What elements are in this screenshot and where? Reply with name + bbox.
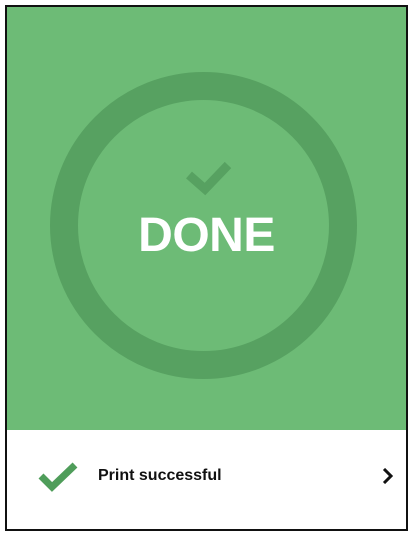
chevron-right-icon[interactable] <box>382 468 394 484</box>
status-hero-panel: DONE <box>7 7 406 430</box>
checkmark-icon <box>186 161 232 196</box>
print-status-card: DONE Print successful <box>5 5 408 531</box>
done-label: DONE <box>138 209 275 262</box>
print-status-row[interactable]: Print successful <box>7 430 406 529</box>
success-check-icon <box>38 462 78 492</box>
status-message: Print successful <box>98 467 222 484</box>
